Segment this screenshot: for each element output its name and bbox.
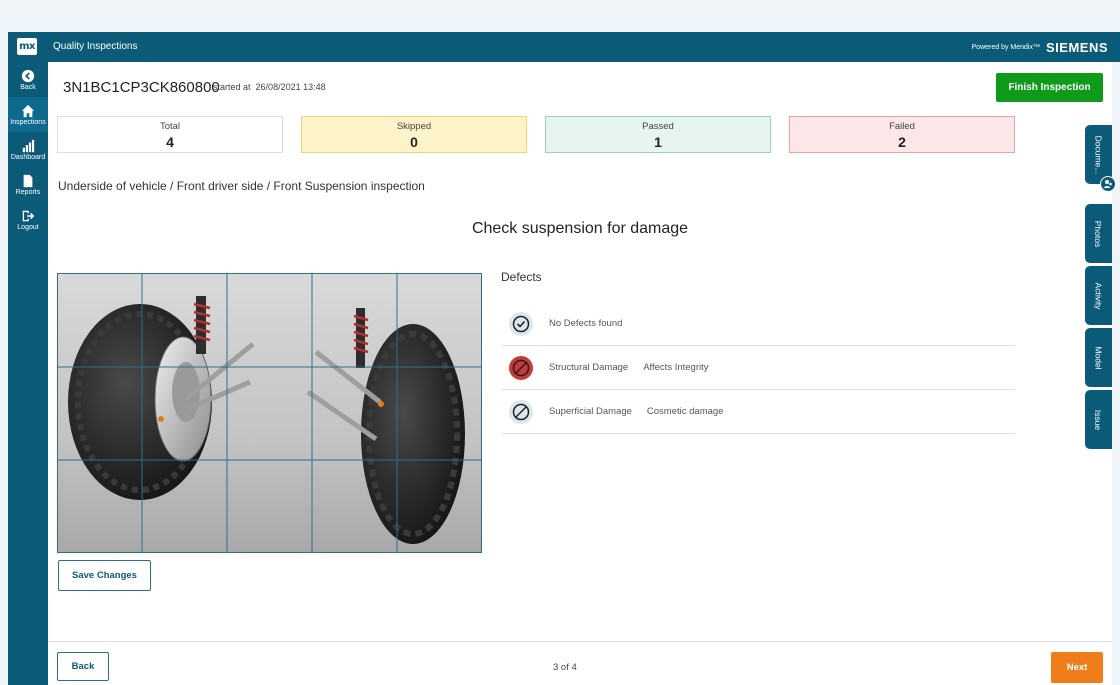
nav-inspections-label: Inspections xyxy=(10,118,46,126)
mendix-logo: mx xyxy=(17,38,37,55)
nav-back-label: Back xyxy=(20,83,36,91)
finish-inspection-button[interactable]: Finish Inspection xyxy=(996,73,1103,102)
stat-failed: Failed 2 xyxy=(789,116,1015,153)
nav-reports-label: Reports xyxy=(15,188,41,196)
defect-option-superficial[interactable]: Superficial Damage Cosmetic damage xyxy=(501,390,1015,434)
tab-model-label: Model xyxy=(1093,345,1104,370)
sidebar-nav: Back Inspections Dashboard Reports Logou… xyxy=(8,62,48,685)
stat-skipped-label: Skipped xyxy=(396,121,432,132)
tab-issue[interactable]: Issue xyxy=(1085,390,1112,449)
suspension-illustration xyxy=(58,274,481,552)
nav-logout-label: Logout xyxy=(17,223,39,231)
stat-skipped-value: 0 xyxy=(410,134,418,150)
defect-option-no-defects[interactable]: No Defects found xyxy=(501,302,1015,346)
defect-name: Superficial Damage xyxy=(549,406,632,417)
nav-dashboard[interactable]: Dashboard xyxy=(8,132,48,167)
vehicle-vin: 3N1BC1CP3CK860800 xyxy=(63,79,220,96)
suspension-model-image[interactable] xyxy=(57,273,482,553)
defect-name: No Defects found xyxy=(549,318,623,329)
check-circle-icon xyxy=(509,311,533,336)
breadcrumb: Underside of vehicle / Front driver side… xyxy=(58,179,425,193)
defect-name: Structural Damage xyxy=(549,362,629,373)
stat-failed-label: Failed xyxy=(889,121,915,132)
document-icon xyxy=(23,174,33,187)
nav-back[interactable]: Back xyxy=(8,62,48,97)
siemens-logo: SIEMENS xyxy=(1045,40,1108,55)
back-button[interactable]: Back xyxy=(57,652,109,681)
bar-chart-icon xyxy=(22,139,35,152)
footer-divider xyxy=(48,641,1112,642)
slash-circle-icon xyxy=(509,399,533,424)
tab-documents-label: Docume... xyxy=(1093,135,1104,174)
stat-passed: Passed 1 xyxy=(545,116,771,153)
top-bar: mx Quality Inspections Powered by Mendix… xyxy=(8,32,1120,62)
nav-logout[interactable]: Logout xyxy=(8,202,48,237)
home-icon xyxy=(21,104,35,117)
defects-title: Defects xyxy=(501,270,542,284)
stat-total-label: Total xyxy=(159,121,181,132)
tab-photos-label: Photos xyxy=(1093,220,1104,247)
powered-by-label: Powered by Mendix™ xyxy=(971,44,1040,51)
save-changes-button[interactable]: Save Changes xyxy=(58,560,151,591)
tab-activity-label: Activity xyxy=(1093,282,1104,309)
nav-inspections[interactable]: Inspections xyxy=(8,97,48,132)
defect-list: No Defects found Structural Damage Affec… xyxy=(501,302,1015,434)
defect-option-structural[interactable]: Structural Damage Affects Integrity xyxy=(501,346,1015,390)
defect-description: Cosmetic damage xyxy=(646,406,724,417)
inspection-question: Check suspension for damage xyxy=(471,220,689,237)
people-icon xyxy=(1100,176,1116,192)
next-button[interactable]: Next xyxy=(1051,652,1103,683)
tab-photos[interactable]: Photos xyxy=(1085,204,1112,263)
stat-passed-value: 1 xyxy=(654,134,662,150)
stat-failed-value: 2 xyxy=(898,134,906,150)
stat-total: Total 4 xyxy=(57,116,283,153)
nav-dashboard-label: Dashboard xyxy=(10,153,46,161)
logout-icon xyxy=(22,210,35,221)
started-label: started at xyxy=(213,82,251,92)
started-time: 26/08/2021 13:48 xyxy=(255,82,326,92)
main-content: 3N1BC1CP3CK860800 started at 26/08/2021 … xyxy=(48,62,1112,685)
nav-reports[interactable]: Reports xyxy=(8,167,48,202)
tab-issue-label: Issue xyxy=(1093,409,1104,430)
app-title: Quality Inspections xyxy=(53,41,138,52)
stat-total-value: 4 xyxy=(166,134,174,150)
tab-model[interactable]: Model xyxy=(1085,328,1112,387)
stat-passed-label: Passed xyxy=(642,121,674,132)
back-arrow-icon xyxy=(21,69,35,82)
page-indicator: 3 of 4 xyxy=(553,662,577,673)
tab-activity[interactable]: Activity xyxy=(1085,266,1112,325)
prohibited-icon xyxy=(509,355,533,380)
defect-description: Affects Integrity xyxy=(643,362,709,373)
started-at: started at 26/08/2021 13:48 xyxy=(213,82,326,92)
stat-skipped: Skipped 0 xyxy=(301,116,527,153)
